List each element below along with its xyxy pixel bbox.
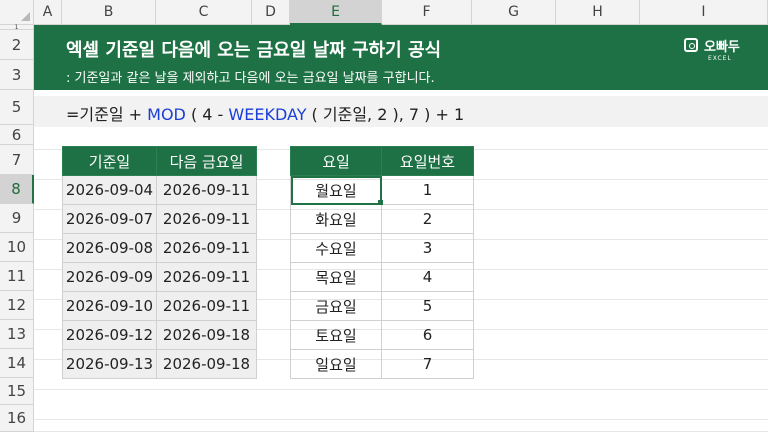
- row-header-2[interactable]: 2: [0, 30, 34, 60]
- logo-subtext: EXCEL: [708, 55, 732, 62]
- table-row: 일요일 7: [290, 349, 474, 379]
- weekday-number-cell[interactable]: 6: [381, 320, 474, 350]
- weekday-number-cell[interactable]: 5: [381, 291, 474, 321]
- row-header-14[interactable]: 14: [0, 349, 34, 378]
- grid-line: [34, 419, 768, 420]
- formula-text[interactable]: =기준일 + MOD ( 4 - WEEKDAY ( 기준일, 2 ), 7 )…: [66, 101, 464, 125]
- logo-icon: [684, 38, 698, 52]
- header-next-friday[interactable]: 다음 금요일: [156, 146, 257, 176]
- base-date-cell[interactable]: 2026-09-04: [62, 175, 157, 205]
- table-row: 2026-09-10 2026-09-11: [62, 291, 257, 321]
- row-header-12[interactable]: 12: [0, 291, 34, 320]
- base-date-cell[interactable]: 2026-09-13: [62, 349, 157, 379]
- column-header-c[interactable]: C: [156, 0, 252, 25]
- row-header-16[interactable]: 16: [0, 405, 34, 432]
- table-row: 2026-09-08 2026-09-11: [62, 233, 257, 263]
- next-friday-cell[interactable]: 2026-09-11: [156, 175, 257, 205]
- column-header-g[interactable]: G: [472, 0, 556, 25]
- base-date-cell[interactable]: 2026-09-10: [62, 291, 157, 321]
- table-row: 화요일 2: [290, 204, 474, 234]
- weekday-cell[interactable]: 수요일: [290, 233, 382, 263]
- weekday-cell[interactable]: 화요일: [290, 204, 382, 234]
- weekday-number-cell[interactable]: 2: [381, 204, 474, 234]
- next-friday-cell[interactable]: 2026-09-11: [156, 291, 257, 321]
- column-header-i[interactable]: I: [640, 0, 768, 25]
- weekday-cell[interactable]: 금요일: [290, 291, 382, 321]
- grid-line: [34, 389, 768, 390]
- row-header-10[interactable]: 10: [0, 233, 34, 262]
- row-header-8[interactable]: 8: [0, 175, 34, 204]
- weekday-number-cell[interactable]: 3: [381, 233, 474, 263]
- row-header-11[interactable]: 11: [0, 262, 34, 291]
- sheet-subtitle: : 기준일과 같은 날을 제외하고 다음에 오는 금요일 날짜를 구합니다.: [66, 71, 435, 86]
- table-row: 수요일 3: [290, 233, 474, 263]
- next-friday-cell[interactable]: 2026-09-18: [156, 320, 257, 350]
- header-base-date[interactable]: 기준일: [62, 146, 157, 176]
- weekday-cell[interactable]: 토요일: [290, 320, 382, 350]
- column-header-a[interactable]: A: [34, 0, 62, 25]
- table-header-row: 요일 요일번호: [290, 146, 474, 176]
- table-row: 토요일 6: [290, 320, 474, 350]
- weekday-number-cell[interactable]: 7: [381, 349, 474, 379]
- table-row: 금요일 5: [290, 291, 474, 321]
- table-header-row: 기준일 다음 금요일: [62, 146, 257, 176]
- table-row: 2026-09-13 2026-09-18: [62, 349, 257, 379]
- formula-function-mod: MOD: [147, 105, 186, 124]
- next-friday-cell[interactable]: 2026-09-18: [156, 349, 257, 379]
- base-date-cell[interactable]: 2026-09-12: [62, 320, 157, 350]
- row-header-5[interactable]: 5: [0, 90, 34, 125]
- formula-part: =기준일 +: [66, 105, 148, 124]
- base-date-cell[interactable]: 2026-09-08: [62, 233, 157, 263]
- weekday-table: 요일 요일번호 월요일 1 화요일 2 수요일 3 목요일 4 금요일 5 토요일 6 일요…: [290, 146, 474, 379]
- next-friday-cell[interactable]: 2026-09-11: [156, 204, 257, 234]
- row-header-13[interactable]: 13: [0, 320, 34, 349]
- weekday-cell[interactable]: 일요일: [290, 349, 382, 379]
- row-header-3[interactable]: 3: [0, 60, 34, 90]
- formula-part: ( 4 -: [185, 105, 229, 124]
- column-header-b[interactable]: B: [62, 0, 156, 25]
- row-header-9[interactable]: 9: [0, 204, 34, 233]
- date-table: 기준일 다음 금요일 2026-09-04 2026-09-11 2026-09-…: [62, 146, 257, 379]
- sheet-title: 엑셀 기준일 다음에 오는 금요일 날짜 구하기 공식: [66, 40, 442, 61]
- table-row: 2026-09-04 2026-09-11: [62, 175, 257, 205]
- header-weekday-number[interactable]: 요일번호: [381, 146, 474, 176]
- spreadsheet: ABCDEFGHI 1 2 3 5 6 7 8 9 10 11 12 13 14 15 16 엑셀 기준일 …: [0, 0, 768, 432]
- header-weekday[interactable]: 요일: [290, 146, 382, 176]
- column-header-f[interactable]: F: [382, 0, 472, 25]
- column-header-e[interactable]: E: [290, 0, 382, 25]
- base-date-cell[interactable]: 2026-09-09: [62, 262, 157, 292]
- row-header-6[interactable]: 6: [0, 125, 34, 145]
- table-row: 2026-09-09 2026-09-11: [62, 262, 257, 292]
- weekday-number-cell[interactable]: 1: [381, 175, 474, 205]
- column-header-h[interactable]: H: [556, 0, 640, 25]
- table-row: 목요일 4: [290, 262, 474, 292]
- fill-handle[interactable]: [378, 200, 383, 205]
- column-header-d[interactable]: D: [252, 0, 290, 25]
- base-date-cell[interactable]: 2026-09-07: [62, 204, 157, 234]
- weekday-number-cell[interactable]: 4: [381, 262, 474, 292]
- brand-logo: 오빠두 EXCEL: [684, 36, 754, 68]
- table-row: 2026-09-07 2026-09-11: [62, 204, 257, 234]
- weekday-cell[interactable]: 목요일: [290, 262, 382, 292]
- formula-part: ( 기준일, 2 ), 7 ) + 1: [306, 105, 465, 124]
- row-header-7[interactable]: 7: [0, 145, 34, 175]
- row-header-15[interactable]: 15: [0, 378, 34, 405]
- logo-text: 오빠두: [704, 40, 740, 55]
- select-all-corner[interactable]: [0, 0, 34, 25]
- formula-function-weekday: WEEKDAY: [228, 105, 307, 124]
- table-row: 2026-09-12 2026-09-18: [62, 320, 257, 350]
- next-friday-cell[interactable]: 2026-09-11: [156, 262, 257, 292]
- weekday-cell-selected[interactable]: 월요일: [290, 175, 382, 205]
- next-friday-cell[interactable]: 2026-09-11: [156, 233, 257, 263]
